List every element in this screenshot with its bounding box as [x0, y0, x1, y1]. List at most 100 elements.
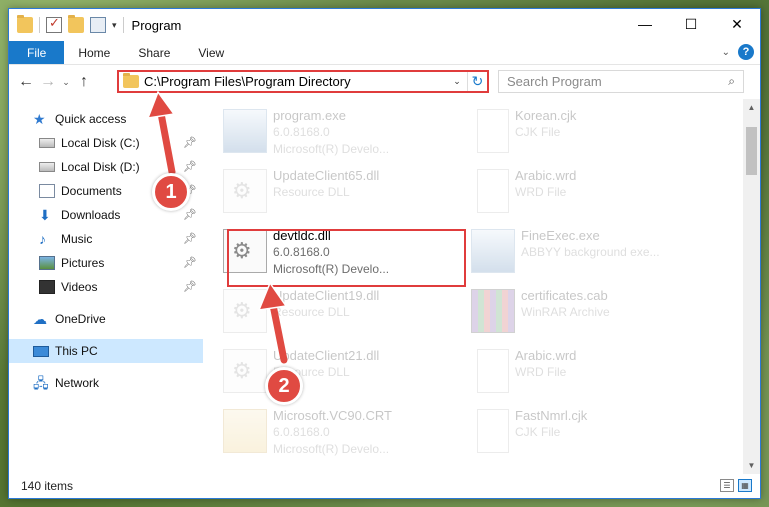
sidebar-item-videos[interactable]: Videos 📌︎ — [9, 275, 203, 299]
file-list: program.exe 6.0.8168.0 Microsoft(R) Deve… — [203, 99, 760, 474]
file-name: UpdateClient21.dll — [273, 348, 380, 363]
file-detail: 6.0.8168.0 — [273, 125, 330, 139]
file-detail: CJK File — [515, 425, 561, 439]
file-name: UpdateClient19.dll — [273, 288, 380, 303]
file-detail: 6.0.8168.0 — [273, 425, 330, 439]
customize-dropdown-icon[interactable]: ▾ — [112, 20, 117, 31]
file-icon — [477, 349, 509, 393]
tab-share[interactable]: Share — [124, 41, 184, 64]
file-icon — [477, 109, 509, 153]
music-icon: ♪ — [39, 231, 46, 247]
dll-icon — [223, 349, 267, 393]
file-detail: ABBYY background exe... — [521, 245, 660, 259]
tiles-view-icon[interactable]: ▦ — [738, 479, 752, 492]
exe-icon — [223, 109, 267, 153]
search-input[interactable]: Search Program — [507, 74, 602, 89]
sidebar-item-label: Music — [61, 232, 93, 246]
step-1-badge: 1 — [152, 173, 190, 211]
file-name: Korean.cjk — [515, 108, 577, 123]
details-view-icon[interactable]: ☰ — [720, 479, 734, 492]
refresh-button[interactable]: ↻ — [467, 72, 487, 91]
sidebar-item-label: Pictures — [61, 256, 105, 270]
help-icon[interactable]: ? — [738, 44, 754, 60]
sidebar-item-label: Network — [55, 376, 100, 390]
file-detail: WRD File — [515, 365, 567, 379]
search-box[interactable]: Search Program ⌕ — [498, 70, 744, 93]
toolbar-separator — [39, 17, 40, 33]
sidebar-item-quick-access[interactable]: ★ Quick access — [9, 107, 203, 131]
view-toggle: ☰ ▦ — [720, 479, 752, 492]
sidebar-item-this-pc[interactable]: This PC — [9, 339, 203, 363]
network-icon: 🖧︎ — [33, 375, 49, 391]
pin-icon: 📌︎ — [183, 209, 197, 221]
sidebar-item-label: OneDrive — [55, 312, 106, 326]
file-item[interactable]: program.exe 6.0.8168.0 Microsoft(R) Deve… — [217, 103, 462, 163]
properties-check-icon[interactable] — [46, 15, 62, 33]
scroll-down-arrow-icon[interactable]: ▼ — [743, 457, 760, 474]
pin-icon: 📌︎ — [183, 257, 197, 269]
forward-button[interactable]: → — [37, 73, 59, 91]
address-path[interactable]: C:\Program Files\Program Directory — [144, 74, 447, 89]
close-button[interactable]: ✕ — [714, 9, 760, 39]
documents-icon — [39, 184, 55, 198]
onedrive-icon: ☁ — [33, 311, 47, 327]
up-button[interactable]: ↑ — [73, 73, 95, 91]
sidebar-item-network[interactable]: 🖧︎ Network — [9, 371, 203, 395]
sidebar-item-pictures[interactable]: Pictures 📌︎ — [9, 251, 203, 275]
file-detail: Resource DLL — [273, 305, 350, 319]
address-bar[interactable]: C:\Program Files\Program Directory ⌄ ↻ — [117, 70, 489, 93]
file-name: Arabic.wrd — [515, 348, 577, 363]
address-dropdown-icon[interactable]: ⌄ — [447, 76, 467, 87]
back-button[interactable]: ← — [15, 73, 37, 91]
dll-icon — [223, 289, 267, 333]
downloads-icon: ⬇ — [39, 207, 51, 223]
file-item[interactable]: certificates.cab WinRAR Archive — [465, 283, 710, 343]
drive-icon — [39, 138, 55, 148]
sidebar-item-label: Videos — [61, 280, 98, 294]
file-detail: WinRAR Archive — [521, 305, 610, 319]
recent-locations-button[interactable]: ⌄ — [59, 77, 73, 88]
file-detail: WRD File — [515, 185, 567, 199]
window-controls: — ☐ ✕ — [622, 9, 760, 39]
scroll-up-arrow-icon[interactable]: ▲ — [743, 99, 760, 116]
file-explorer-window: ▾ Program — ☐ ✕ File Home Share View ⌄ ?… — [8, 8, 761, 499]
pin-icon: 📌︎ — [183, 233, 197, 245]
manifest-icon — [223, 409, 267, 453]
archive-icon — [471, 289, 515, 333]
new-folder-icon[interactable] — [68, 15, 84, 33]
file-item[interactable]: FineExec.exe ABBYY background exe... — [465, 223, 710, 283]
file-item[interactable]: UpdateClient65.dll Resource DLL — [217, 163, 462, 223]
sidebar-item-onedrive[interactable]: ☁ OneDrive — [9, 307, 203, 331]
file-item[interactable]: UpdateClient19.dll Resource DLL — [217, 283, 462, 343]
file-detail: CJK File — [515, 125, 561, 139]
tab-home[interactable]: Home — [64, 41, 124, 64]
file-item[interactable]: Korean.cjk CJK File — [465, 103, 710, 163]
file-item[interactable]: Microsoft.VC90.CRT 6.0.8168.0 Microsoft(… — [217, 403, 462, 463]
file-item[interactable]: Arabic.wrd WRD File — [465, 343, 710, 403]
ribbon-right-controls: ⌄ ? — [722, 44, 754, 60]
sidebar-item-label: Documents — [61, 184, 122, 198]
expand-ribbon-chevron-icon[interactable]: ⌄ — [722, 47, 730, 58]
vertical-scrollbar[interactable]: ▲ ▼ — [743, 99, 760, 474]
file-item[interactable]: Arabic.wrd WRD File — [465, 163, 710, 223]
sidebar-item-local-disk-c[interactable]: Local Disk (C:) 📌︎ — [9, 131, 203, 155]
file-name: Arabic.wrd — [515, 168, 577, 183]
navigation-bar: ← → ⌄ ↑ C:\Program Files\Program Directo… — [9, 65, 760, 99]
customize-icon[interactable] — [90, 17, 106, 33]
tab-view[interactable]: View — [184, 41, 238, 64]
videos-icon — [39, 280, 55, 294]
scrollbar-thumb[interactable] — [746, 127, 757, 175]
step-2-badge: 2 — [265, 367, 303, 405]
file-item[interactable]: UpdateClient21.dll Resource DLL — [217, 343, 462, 403]
file-name: UpdateClient65.dll — [273, 168, 380, 183]
file-item[interactable]: FastNmrl.cjk CJK File — [465, 403, 710, 463]
sidebar-item-music[interactable]: ♪ Music 📌︎ — [9, 227, 203, 251]
dll-icon — [223, 169, 267, 213]
status-bar: 140 items ☰ ▦ — [9, 474, 760, 498]
pin-icon: 📌︎ — [183, 137, 197, 149]
tab-file[interactable]: File — [9, 41, 65, 64]
maximize-button[interactable]: ☐ — [668, 9, 714, 39]
minimize-button[interactable]: — — [622, 9, 668, 39]
file-detail: Microsoft(R) Develo... — [273, 142, 390, 156]
sidebar-item-label: Quick access — [55, 112, 127, 126]
